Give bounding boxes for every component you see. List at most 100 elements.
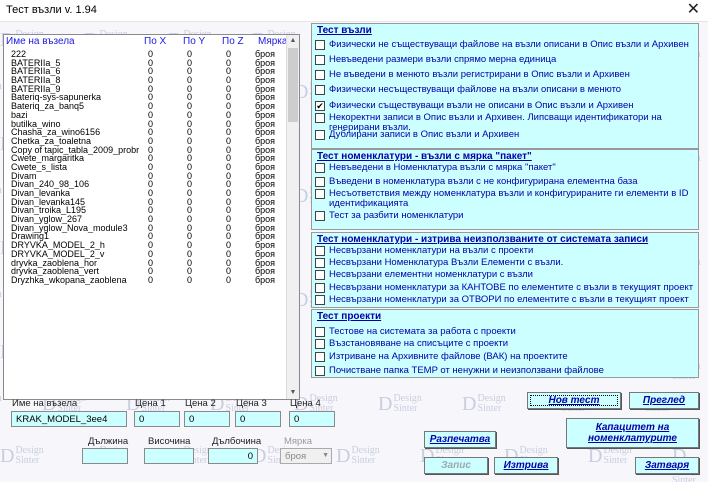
checkbox-icon[interactable]: [315, 339, 325, 349]
checkbox-icon[interactable]: [315, 352, 325, 362]
scroll-up-icon[interactable]: ▲: [287, 35, 299, 47]
height-field[interactable]: [144, 448, 194, 464]
checkbox-icon[interactable]: [315, 55, 325, 65]
list-scrollbar[interactable]: ▲ ▼: [286, 35, 299, 399]
test-checkbox[interactable]: Възстановяване на списъците с проекти: [315, 339, 695, 349]
list-cell-name: BATERIIa_5: [11, 58, 61, 68]
list-item[interactable]: Chetka_za_toaletna 0 0 0 броя: [4, 136, 288, 146]
save-button[interactable]: Запис: [424, 457, 488, 474]
test-checkbox[interactable]: Физически не съществуващи файлове на въз…: [315, 40, 695, 50]
test-checkbox[interactable]: Тестове на системата за работа с проекти: [315, 327, 695, 337]
test-checkbox[interactable]: Несвързани номенклатури за КАНТОВЕ по ел…: [315, 283, 695, 293]
test-checkbox[interactable]: Несъответствия между номенклатура възли …: [315, 189, 695, 209]
checkbox-icon[interactable]: [315, 177, 325, 187]
test-checkbox-label: Физически не съществуващи файлове на въз…: [329, 39, 689, 50]
checkbox-icon[interactable]: [315, 258, 325, 268]
test-checkbox[interactable]: Въведени в номенклатура възли с не конфи…: [315, 177, 695, 187]
header-y: По Y: [183, 36, 206, 47]
checkbox-icon[interactable]: [315, 295, 325, 305]
checkbox-icon[interactable]: [315, 283, 325, 293]
list-cell-name: Chetka_za_toaletna: [11, 136, 92, 146]
list-item[interactable]: DRYVKA_MODEL_2_v 0 0 0 броя: [4, 249, 288, 259]
test-checkbox[interactable]: Почистване папка TEMP от ненужни и неизп…: [315, 366, 695, 376]
list-item[interactable]: Cwete_margaritka 0 0 0 броя: [4, 154, 288, 163]
test-checkbox[interactable]: Несвързани номенклатури на възли с проек…: [315, 246, 695, 256]
checkbox-icon[interactable]: [315, 85, 325, 95]
list-item[interactable]: Bateriq-sys-sapunerka 0 0 0 броя: [4, 93, 288, 102]
test-checkbox[interactable]: Изтриване на Архивните файлове (ВАК) на …: [315, 352, 695, 362]
list-item[interactable]: Dryzhka_wkopana_zaoblena 0 0 0 броя: [4, 275, 288, 285]
list-cell-name: Divan_levanka145: [11, 197, 86, 207]
test-checkbox[interactable]: Тест за разбити номенклатури: [315, 211, 695, 221]
test-checkbox[interactable]: Несвързани Номенклатура Възли Елементи с…: [315, 258, 695, 268]
list-item[interactable]: Bateriq_za_banq5 0 0 0 броя: [4, 102, 288, 111]
close-icon[interactable]: ✕: [687, 1, 700, 19]
close-button[interactable]: Затваря: [635, 457, 699, 474]
view-button[interactable]: Преглед: [629, 392, 699, 409]
checkbox-icon[interactable]: [315, 113, 325, 123]
watermark-brand-b: Sinter: [15, 455, 40, 466]
list-item[interactable]: butilka_wino 0 0 0 броя: [4, 119, 288, 129]
test-checkbox-label: Физически съществуващи възли не описани …: [329, 100, 634, 111]
list-item[interactable]: dryvka_zaoblena_hor 0 0 0 броя: [4, 258, 288, 268]
price2-field[interactable]: 0: [184, 411, 230, 427]
list-item[interactable]: Divan_yglow_267 0 0 0 броя: [4, 215, 288, 224]
list-item[interactable]: Divan_levanka145 0 0 0 броя: [4, 197, 288, 207]
capacity-button[interactable]: Капацитет на номенклатурите: [566, 418, 699, 448]
list-item[interactable]: dryvka_zaoblena_vert 0 0 0 броя: [4, 267, 288, 276]
list-item[interactable]: Cwete_s_lista 0 0 0 броя: [4, 162, 288, 172]
checkbox-icon[interactable]: [315, 40, 325, 50]
group-title: Тест проекти: [317, 311, 382, 322]
price4-field[interactable]: 0: [289, 411, 335, 427]
checkbox-icon[interactable]: [315, 163, 325, 173]
checkbox-icon[interactable]: [315, 327, 325, 337]
watermark-brand-b: Sinter: [477, 403, 502, 414]
list-item[interactable]: bazi 0 0 0 броя: [4, 110, 288, 120]
depth-field[interactable]: 0: [208, 448, 258, 464]
group-package-nomenclature-tests: Тест номенклатури - възли с мярка "пакет…: [311, 149, 699, 230]
test-checkbox[interactable]: Невъведени размери възли спрямо мерна ед…: [315, 55, 695, 65]
list-item[interactable]: BATERIIa_6 0 0 0 броя: [4, 67, 288, 76]
list-item[interactable]: Divam 0 0 0 броя: [4, 171, 288, 181]
list-item[interactable]: DRYVKA_MODEL_2_h 0 0 0 броя: [4, 241, 288, 250]
list-item[interactable]: BATERIIa_8 0 0 0 броя: [4, 76, 288, 85]
length-field[interactable]: [82, 448, 128, 464]
price1-field[interactable]: 0: [134, 411, 180, 427]
test-checkbox[interactable]: ✔ Физически съществуващи възли не описани…: [315, 101, 695, 111]
name-field[interactable]: KRAK_MODEL_3ee4: [11, 411, 127, 427]
test-checkbox[interactable]: Не въведени в менюто възли регистрирани …: [315, 70, 695, 80]
test-checkbox[interactable]: Дублирани записи в Опис възли и Архивен: [315, 130, 695, 140]
checkbox-icon[interactable]: [315, 189, 325, 199]
print-button[interactable]: Разпечатва: [424, 431, 496, 448]
test-checkbox[interactable]: Невъведени в Номенклатура възли с мярка …: [315, 163, 695, 173]
checkbox-checked-icon[interactable]: ✔: [315, 101, 325, 111]
checkbox-icon[interactable]: [315, 246, 325, 256]
test-checkbox[interactable]: Несвързани номенклатури за ОТВОРИ по еле…: [315, 295, 695, 305]
list-item[interactable]: Divan_yglow_Nova_module3 0 0 0 броя: [4, 223, 288, 233]
checkbox-icon[interactable]: [315, 130, 325, 140]
checkbox-icon[interactable]: [315, 270, 325, 280]
watermark-tile: DDesignSinter: [378, 394, 422, 415]
list-item[interactable]: Copy of tapic_tabla_2009_probr 0 0 0 броя: [4, 145, 288, 155]
list-item[interactable]: 222 0 0 0 броя: [4, 50, 288, 59]
watermark-brand-a: Design: [0, 289, 2, 300]
list-item[interactable]: Divan_troika_L195 0 0 0 броя: [4, 206, 288, 215]
checkbox-icon[interactable]: [315, 70, 325, 80]
list-item[interactable]: Drawing1 0 0 0 броя: [4, 232, 288, 241]
test-checkbox-label: Почистване папка TEMP от ненужни и неизп…: [329, 365, 604, 376]
delete-button[interactable]: Изтрива: [494, 457, 558, 474]
list-item[interactable]: Divan_240_98_106 0 0 0 броя: [4, 180, 288, 189]
list-item[interactable]: Chasha_za_wino6156 0 0 0 броя: [4, 128, 288, 137]
list-item[interactable]: BATERIIa_5 0 0 0 броя: [4, 58, 288, 68]
new-test-button[interactable]: Нов тест: [527, 392, 621, 409]
test-checkbox[interactable]: Несвързани елементни номенклатури с възл…: [315, 270, 695, 280]
checkbox-icon[interactable]: [315, 211, 325, 221]
scroll-thumb[interactable]: [288, 48, 298, 122]
test-checkbox-label: Изтриване на Архивните файлове (ВАК) на …: [329, 351, 568, 362]
list-item[interactable]: Divan_levanka 0 0 0 броя: [4, 189, 288, 198]
list-item[interactable]: BATERIIa_9 0 0 0 броя: [4, 84, 288, 94]
test-checkbox[interactable]: Физически несъществуващи файлове на възл…: [315, 85, 695, 95]
price3-field[interactable]: 0: [235, 411, 281, 427]
checkbox-icon[interactable]: [315, 366, 325, 376]
node-list[interactable]: Име на възела По X По Y По Z Мярка 222 0 0…: [3, 34, 300, 400]
